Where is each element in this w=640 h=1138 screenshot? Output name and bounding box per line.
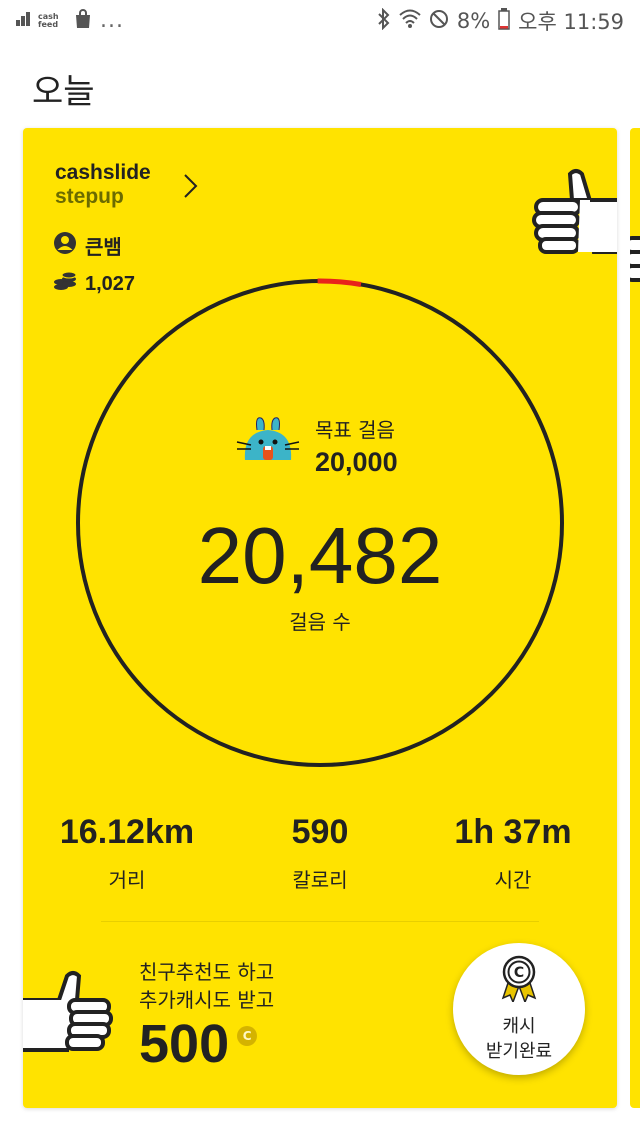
progress-ring-marker [317, 278, 362, 287]
stat-time: 1h 37m 시간 [413, 813, 613, 893]
clock: 오후 11:59 [518, 10, 624, 34]
page-title: 오늘 [32, 72, 95, 112]
bluetooth-icon [377, 7, 391, 35]
battery-icon [498, 7, 510, 35]
stepup-card[interactable]: cashslide stepup 큰뱀 1,027 목표 걸음 20,000 2… [23, 128, 617, 1108]
stat-calories-value: 590 [291, 813, 349, 851]
notification-overflow: ... [100, 8, 124, 33]
referral-promo[interactable]: 친구추천도 하고 추가캐시도 받고 500 C [139, 958, 274, 1072]
user-row: 큰뱀 [53, 231, 122, 260]
promo-amount: 500 [139, 1014, 230, 1074]
stat-distance-value: 16.12km [59, 813, 195, 851]
cash-coin-icon: C [237, 1026, 258, 1046]
thumbs-up-illustration-icon [528, 166, 617, 265]
brand-line-1: cashslide [55, 161, 151, 184]
promo-line-1: 친구추천도 하고 [139, 960, 275, 984]
cashfeed-label: cash feed [38, 11, 59, 29]
do-not-disturb-icon [429, 9, 449, 34]
thumbs-up-promo-icon [23, 970, 113, 1058]
brand-logo[interactable]: cashslide stepup [55, 161, 151, 209]
promo-line-2: 추가캐시도 받고 [139, 988, 275, 1012]
stat-time-value: 1h 37m [454, 813, 572, 851]
user-name: 큰뱀 [85, 235, 122, 259]
brand-line-2: stepup [55, 185, 124, 208]
receive-cash-button[interactable]: C 캐시 받기완료 [453, 943, 585, 1075]
status-bar: cash feed ... 8% 오후 11:59 [0, 0, 640, 40]
cash-medal-icon: C [499, 954, 539, 1006]
next-card-peek[interactable] [630, 128, 640, 1108]
stat-calories-label: 칼로리 [292, 868, 348, 892]
stat-distance: 16.12km 거리 [27, 813, 227, 893]
svg-text:C: C [514, 965, 524, 981]
battery-percent: 8% [456, 9, 491, 33]
steps-count: 20,482 [197, 511, 443, 600]
steps-label: 걸음 수 [289, 610, 351, 634]
stat-time-label: 시간 [494, 868, 532, 892]
goal-label: 목표 걸음 [315, 418, 395, 442]
stat-distance-label: 거리 [108, 868, 146, 892]
goal-block: 목표 걸음 20,000 [235, 414, 398, 478]
cash-button-line-2: 받기완료 [485, 1041, 553, 1062]
cash-button-line-1: 캐시 [502, 1016, 536, 1037]
thumbs-up-peek-icon [630, 228, 640, 302]
chevron-right-icon[interactable] [180, 172, 200, 204]
rabbit-mascot-icon [235, 416, 301, 476]
divider [101, 921, 539, 922]
cashfeed-logo-icon [16, 11, 30, 30]
stat-calories: 590 칼로리 [220, 813, 420, 893]
user-avatar-icon [53, 231, 77, 260]
wifi-icon [399, 9, 421, 34]
shopping-bag-icon [74, 8, 92, 33]
goal-value: 20,000 [315, 447, 398, 477]
